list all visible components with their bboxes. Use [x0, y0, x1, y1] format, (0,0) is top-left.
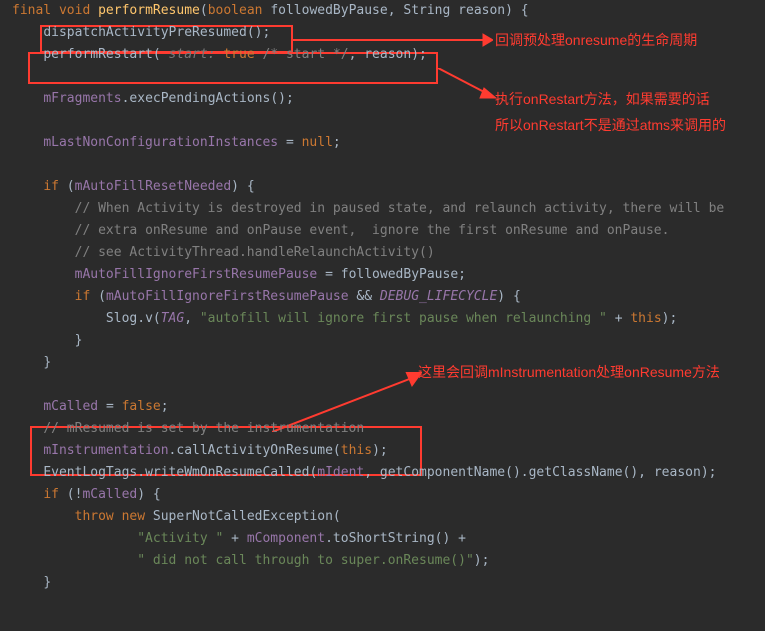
code-block: final void performResume(boolean followe… — [12, 0, 765, 594]
